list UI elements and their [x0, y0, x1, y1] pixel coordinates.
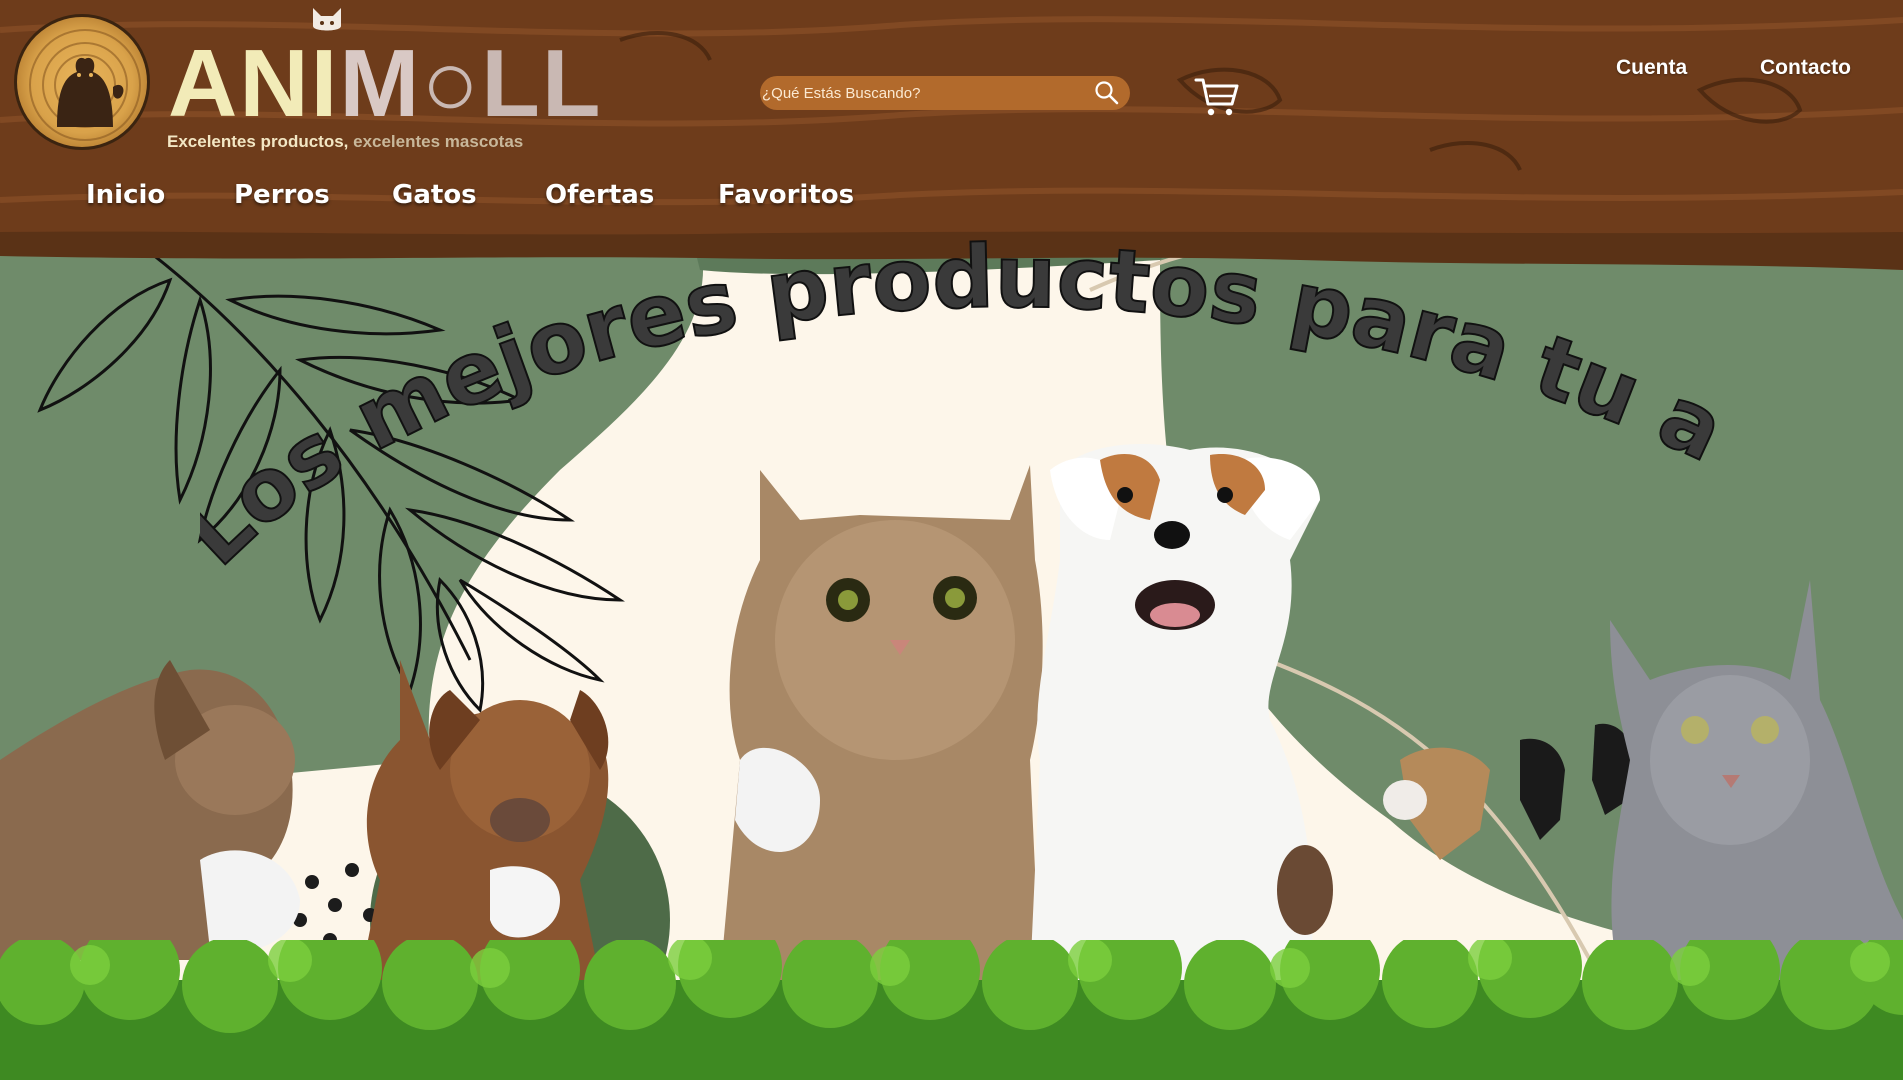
cart-button[interactable] — [1194, 74, 1240, 120]
tagline-part-1: Excelentes productos, — [167, 132, 349, 151]
account-link[interactable]: Cuenta — [1616, 56, 1687, 80]
hero-headline-text: Los mejores productos para tu amigo — [200, 240, 1739, 585]
nav-item-gatos[interactable]: Gatos — [392, 180, 477, 210]
contact-link[interactable]: Contacto — [1760, 56, 1851, 80]
cart-icon — [1194, 78, 1239, 116]
search-icon — [1095, 81, 1119, 105]
site-header: ANIM○LL Excelentes productos, excelentes… — [0, 0, 1903, 240]
search-input[interactable] — [762, 76, 1092, 110]
brand-logo[interactable]: ANIM○LL — [168, 34, 608, 134]
hero-headline: Los mejores productos para tu amigo — [200, 240, 1740, 586]
hedge-foreground — [0, 940, 1903, 1080]
nav-item-inicio[interactable]: Inicio — [86, 180, 165, 210]
brand-dog-glyph: ○ — [421, 30, 482, 137]
brand-part-m: M — [339, 30, 422, 137]
nav-item-perros[interactable]: Perros — [234, 180, 330, 210]
brand-part-ll: LL — [481, 30, 603, 137]
nav-item-favoritos[interactable]: Favoritos — [718, 180, 854, 210]
bear-logo-icon[interactable] — [14, 14, 150, 150]
brand-wordmark: ANIM○LL — [168, 34, 603, 134]
search-button[interactable] — [1092, 78, 1122, 108]
brand-tagline: Excelentes productos, excelentes mascota… — [167, 132, 523, 152]
tagline-part-2: excelentes mascotas — [348, 132, 524, 151]
brand-part-ani: ANI — [168, 30, 340, 137]
page: ANIM○LL Excelentes productos, excelentes… — [0, 0, 1903, 1080]
nav-item-ofertas[interactable]: Ofertas — [545, 180, 654, 210]
search-bar — [760, 76, 1130, 110]
